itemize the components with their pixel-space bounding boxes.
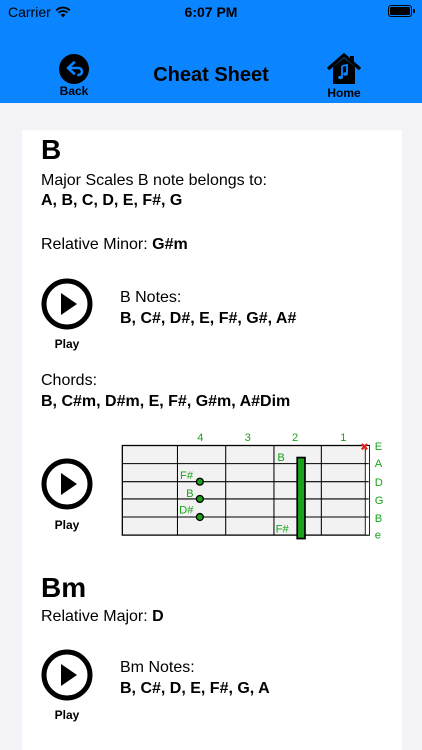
note-label: D#	[179, 505, 194, 517]
note-label: B	[277, 452, 284, 464]
relative-major-value: D	[152, 608, 164, 625]
b-heading: B	[41, 134, 62, 165]
note-label: B	[186, 488, 193, 500]
fretboard-play-button[interactable]	[41, 458, 93, 510]
bm-notes-label: Bm Notes:	[120, 659, 195, 676]
string-name: B	[375, 513, 382, 525]
string-name: D	[375, 477, 383, 489]
nut	[364, 445, 371, 536]
bm-notes-play-button[interactable]	[41, 649, 93, 701]
note-label: F#	[276, 524, 290, 536]
barre-bar	[296, 456, 306, 540]
home-label: Home	[327, 86, 361, 100]
string-name: e	[375, 530, 381, 542]
finger-dot	[195, 477, 204, 486]
relative-major-label: Relative Major:	[41, 608, 148, 625]
b-major-scales-label: Major Scales B note belongs to:	[41, 172, 267, 189]
fret-number: 4	[197, 432, 203, 444]
fretboard-play-label: Play	[54, 518, 80, 532]
bm-relative-major: Relative Major: D	[41, 608, 164, 626]
home-button[interactable]: Home	[314, 52, 374, 100]
b-chords-values: B, C#m, D#m, E, F#, G#m, A#Dim	[41, 393, 291, 410]
fretboard-diagram: 4 3 2 1 B F# B D# F# ✖ E A D G B e	[121, 432, 384, 542]
muted-string-marker: ✖	[360, 442, 369, 454]
bm-notes-values: B, C#, D, E, F#, G, A	[120, 680, 270, 697]
app-header: Carrier 6:07 PM Back Cheat Sheet Home	[0, 0, 422, 103]
string-name: E	[375, 441, 382, 453]
fret-number: 1	[340, 432, 346, 444]
b-notes-label: B Notes:	[120, 289, 182, 306]
bm-heading: Bm	[41, 572, 87, 603]
status-time: 6:07 PM	[184, 4, 238, 20]
status-bar: Carrier 6:07 PM	[0, 0, 422, 24]
b-notes-play-button[interactable]	[41, 278, 93, 330]
fretboard-body	[121, 444, 370, 536]
relative-minor-label: Relative Minor:	[41, 236, 148, 253]
string-name: A	[375, 458, 383, 470]
play-icon	[61, 664, 77, 686]
b-notes-values: B, C#, D#, E, F#, G#, A#	[120, 310, 297, 327]
relative-minor-value: G#m	[152, 236, 188, 253]
play-icon	[61, 473, 77, 495]
note-label: F#	[180, 470, 194, 482]
string-name: G	[375, 495, 384, 507]
fret-number: 3	[245, 432, 251, 444]
finger-dot	[195, 512, 204, 522]
b-major-scales-values: A, B, C, D, E, F#, G	[41, 192, 183, 209]
home-icon	[326, 53, 362, 84]
bm-notes-play-label: Play	[54, 708, 80, 722]
battery-icon	[388, 5, 415, 17]
b-chords-label: Chords:	[41, 372, 98, 389]
finger-dot	[195, 494, 204, 504]
b-relative-minor: Relative Minor: G#m	[41, 236, 188, 254]
fret-number: 2	[292, 432, 298, 444]
b-notes-play-label: Play	[54, 337, 80, 351]
play-icon	[61, 293, 77, 315]
